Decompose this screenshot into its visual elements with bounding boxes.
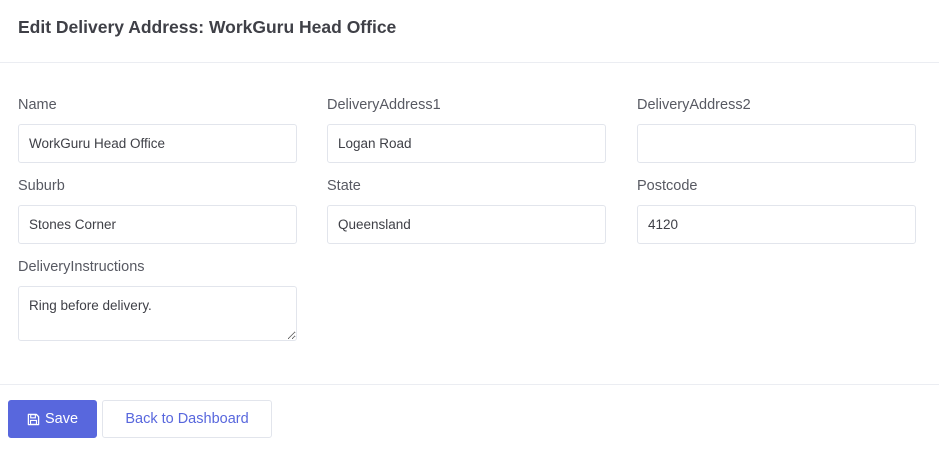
postcode-group: Postcode (637, 176, 916, 244)
suburb-label: Suburb (18, 178, 65, 194)
back-button-label: Back to Dashboard (125, 411, 249, 427)
address2-group: DeliveryAddress2 (637, 95, 916, 163)
postcode-label: Postcode (637, 178, 698, 194)
state-group: State (327, 176, 606, 244)
instructions-group: DeliveryInstructions Ring before deliver… (18, 257, 297, 346)
page-header: Edit Delivery Address: WorkGuru Head Off… (0, 0, 939, 63)
suburb-input[interactable] (18, 205, 297, 244)
form-actions: Save Back to Dashboard (0, 385, 939, 454)
address1-label: DeliveryAddress1 (327, 97, 441, 113)
postcode-input[interactable] (637, 205, 916, 244)
address2-input[interactable] (637, 124, 916, 163)
address1-group: DeliveryAddress1 (327, 95, 606, 163)
state-label: State (327, 178, 361, 194)
name-input[interactable] (18, 124, 297, 163)
floppy-disk-icon (27, 413, 40, 425)
instructions-textarea[interactable]: Ring before delivery. (18, 286, 297, 341)
save-button[interactable]: Save (8, 400, 97, 438)
save-button-label: Save (44, 411, 79, 427)
state-input[interactable] (327, 205, 606, 244)
address1-input[interactable] (327, 124, 606, 163)
instructions-label: DeliveryInstructions (18, 259, 145, 275)
name-label: Name (18, 97, 57, 113)
back-to-dashboard-button[interactable]: Back to Dashboard (102, 400, 272, 438)
page-title: Edit Delivery Address: WorkGuru Head Off… (18, 16, 397, 37)
delivery-address-form: Name DeliveryAddress1 DeliveryAddress2 S… (0, 63, 939, 385)
address2-label: DeliveryAddress2 (637, 97, 751, 113)
name-group: Name (18, 95, 297, 163)
suburb-group: Suburb (18, 176, 297, 244)
